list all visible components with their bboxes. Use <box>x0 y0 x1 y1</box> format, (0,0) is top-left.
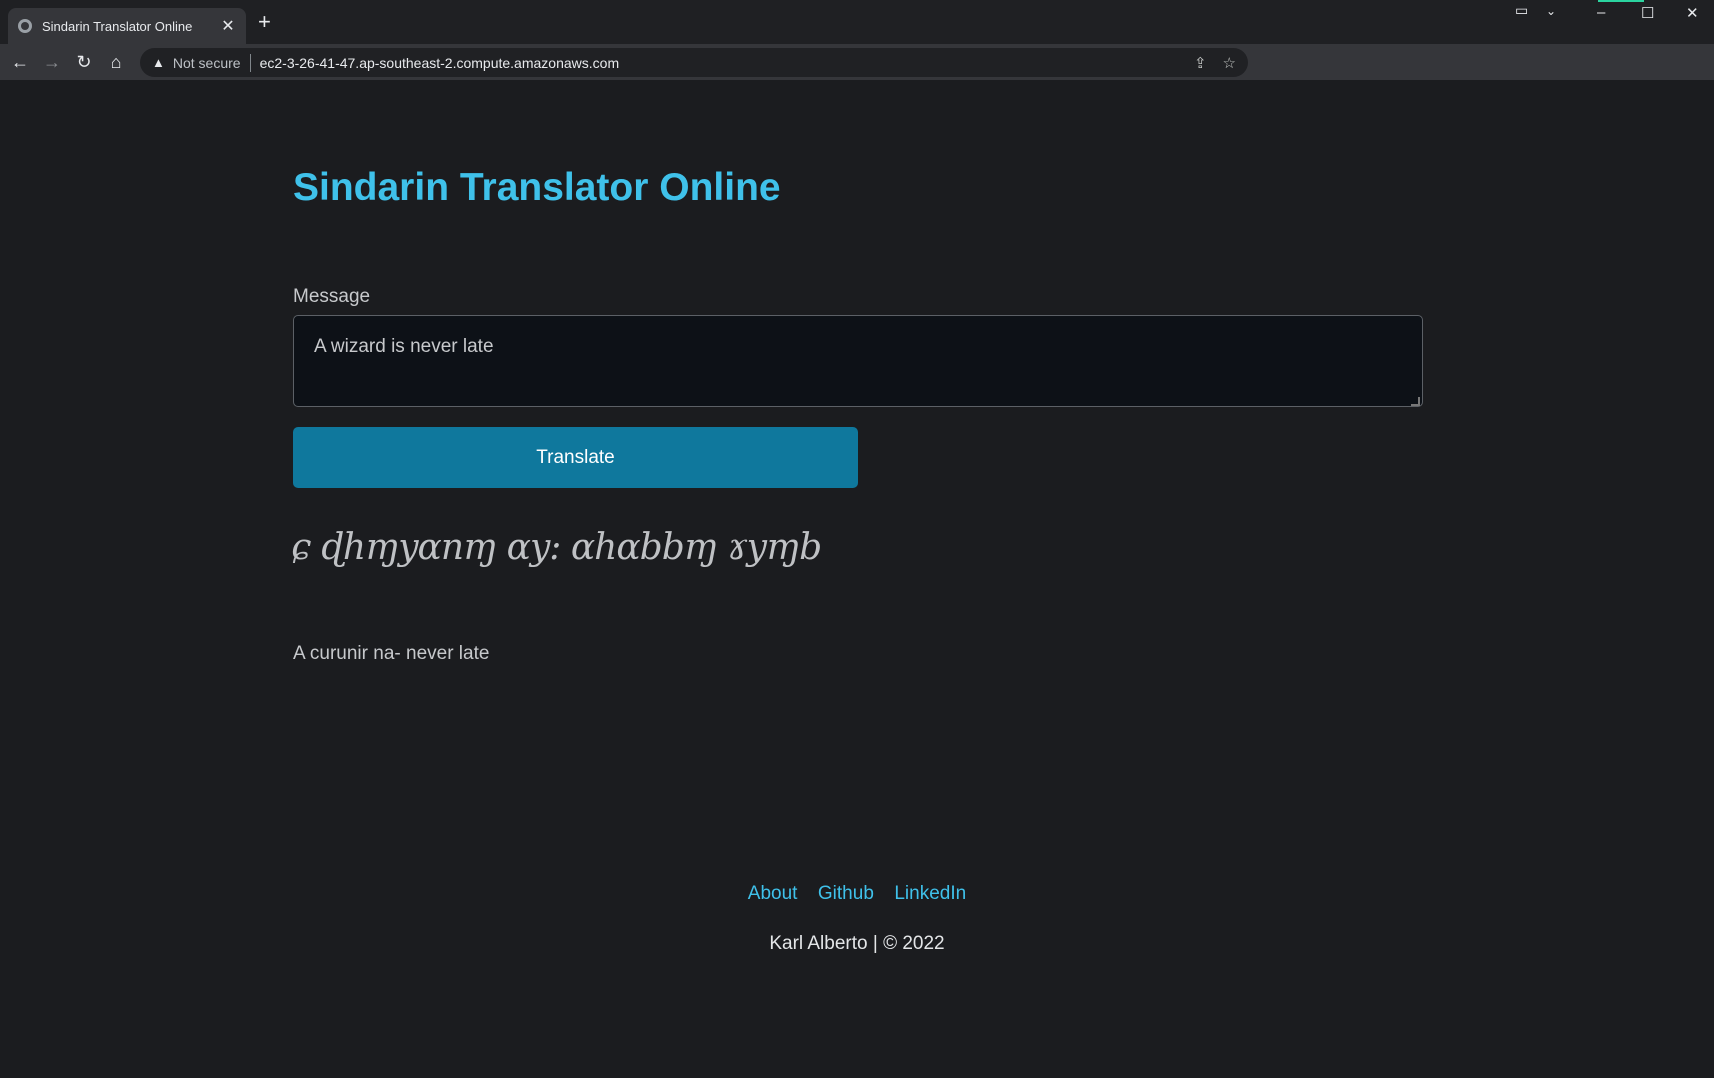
reload-button[interactable]: ↻ <box>72 50 96 74</box>
tengwar-output: ɕ ɖhɱyɑnɱ ɑy: ɑhɑbbɱ ɤyɱb <box>291 527 822 568</box>
page-content: Sindarin Translator Online Message A wiz… <box>0 80 1714 1078</box>
tab-title: Sindarin Translator Online <box>42 18 193 34</box>
share-icon[interactable]: ⇪ <box>1194 54 1207 72</box>
url-text[interactable]: ec2-3-26-41-47.ap-southeast-2.compute.am… <box>260 55 1178 71</box>
maximize-button[interactable]: ☐ <box>1641 4 1654 22</box>
browser-toolbar: ← → ↻ ⌂ ▲ Not secure ec2-3-26-41-47.ap-s… <box>0 44 1714 116</box>
globe-icon <box>18 19 32 33</box>
resize-handle[interactable] <box>1411 397 1420 406</box>
minimize-button[interactable]: – <box>1597 4 1605 21</box>
message-label: Message <box>293 286 371 307</box>
footer-link-github[interactable]: Github <box>818 883 874 904</box>
translate-button[interactable]: Translate <box>293 427 858 488</box>
bookmark-star-icon[interactable]: ☆ <box>1223 54 1236 72</box>
copyright-text: Karl Alberto | © 2022 <box>769 933 945 954</box>
footer-links: About Github LinkedIn <box>0 883 1714 905</box>
browser-tab[interactable]: Sindarin Translator Online ✕ <box>8 8 246 44</box>
translation-output: A curunir na- never late <box>293 643 490 664</box>
chevron-down-icon[interactable]: ⌄ <box>1546 4 1556 18</box>
page-title: Sindarin Translator Online <box>293 166 781 209</box>
browser-tab-strip: Sindarin Translator Online ✕ + ▭ ⌄ – ☐ ✕ <box>0 0 1714 44</box>
divider <box>249 53 251 72</box>
footer-link-about[interactable]: About <box>748 883 798 904</box>
address-bar[interactable]: ▲ Not secure ec2-3-26-41-47.ap-southeast… <box>140 48 1248 77</box>
back-button[interactable]: ← <box>8 50 32 74</box>
window-accent-line <box>1598 0 1644 2</box>
footer-link-linkedin[interactable]: LinkedIn <box>894 883 966 904</box>
security-label[interactable]: Not secure <box>173 55 241 71</box>
forward-button[interactable]: → <box>40 50 64 74</box>
close-window-button[interactable]: ✕ <box>1686 4 1699 22</box>
message-textarea[interactable]: A wizard is never late <box>293 315 1423 407</box>
tab-search-icon[interactable]: ▭ <box>1515 2 1528 19</box>
warning-icon: ▲ <box>152 55 165 70</box>
home-button[interactable]: ⌂ <box>104 50 128 74</box>
new-tab-button[interactable]: + <box>258 11 271 33</box>
tab-close-icon[interactable]: ✕ <box>220 16 236 36</box>
